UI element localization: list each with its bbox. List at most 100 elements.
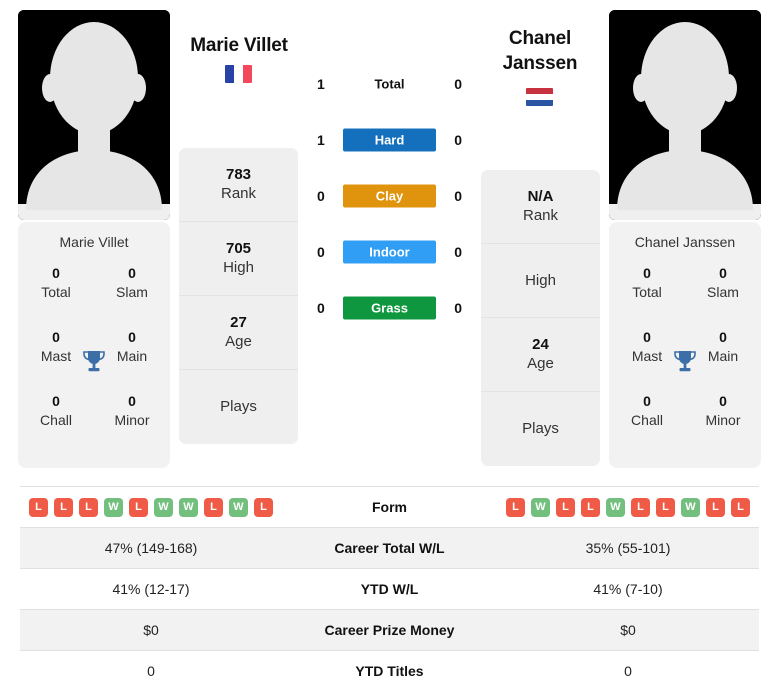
titles-card-right: Chanel Janssen 0 Total 0 Slam 0 Mast 0 M…: [609, 222, 761, 468]
surface-label-hard: Hard: [343, 128, 436, 152]
high-label-left: High: [223, 259, 254, 276]
surface-score-left-clay: 0: [317, 188, 325, 204]
titles-slam-right: 0 Slam: [685, 264, 761, 302]
table-row: 41% (12-17) YTD W/L 41% (7-10): [20, 568, 759, 610]
head-to-head-surfaces: 1 Total 0 1 Hard 0 0 Clay 0 0 Indoor 0 0 Grass 0: [303, 56, 476, 336]
surface-row-indoor: 0 Indoor 0: [303, 224, 476, 280]
titles-chall-right: 0 Chall: [609, 392, 685, 430]
france-flag-icon: [225, 65, 252, 83]
surface-label-clay: Clay: [343, 184, 436, 208]
age-value-right: 24: [532, 336, 549, 353]
form-strip-right: LWLLWLLWLL: [497, 497, 759, 517]
surface-label-total: Total: [374, 76, 405, 92]
titles-chall-label-right: Chall: [631, 412, 663, 428]
titles-slam-label-left: Slam: [116, 284, 148, 300]
rank-value-left: 783: [225, 166, 252, 183]
player-comparison-header: Marie Villet Chanel Janssen 783 Rank 705…: [0, 0, 779, 478]
form-badge-loss: L: [656, 497, 675, 517]
titles-total-value-left: 0: [52, 265, 60, 281]
titles-minor-right: 0 Minor: [685, 392, 761, 430]
table-row: $0 Career Prize Money $0: [20, 609, 759, 651]
stat-value-right: LWLLWLLWLL: [497, 487, 759, 528]
titles-main-value-left: 0: [128, 329, 136, 345]
player-info-card-right: N/A Rank High 24 Age Plays: [481, 170, 600, 466]
surface-row-grass: 0 Grass 0: [303, 280, 476, 336]
form-strip-left: LLLWLWWLWL: [20, 497, 282, 517]
stat-value-right: 0: [624, 663, 632, 680]
titles-total-label-right: Total: [632, 284, 662, 300]
plays-label-left: Plays: [220, 398, 257, 415]
avatar-placeholder-icon: [609, 10, 761, 220]
player-info-card-left: 783 Rank 705 High 27 Age Plays: [179, 148, 298, 444]
player-stats-table: L L L W L W W L W L Form L W L L W L L W L L 47% (149-168) Car…: [20, 486, 759, 692]
form-badge-loss: L: [79, 497, 98, 517]
titles-mast-value-right: 0: [643, 329, 651, 345]
form-badge-win: W: [681, 497, 700, 517]
stat-label: YTD Titles: [355, 663, 424, 680]
titles-total-label-left: Total: [41, 284, 71, 300]
plays-row-right: Plays: [481, 392, 600, 466]
surface-score-right-total: 0: [454, 76, 462, 92]
surface-score-right-indoor: 0: [454, 244, 462, 260]
form-badge-loss: L: [29, 497, 48, 517]
stat-label: Career Total W/L: [334, 540, 445, 556]
titles-card-name-left: Marie Villet: [59, 234, 129, 250]
titles-chall-left: 0 Chall: [18, 392, 94, 430]
form-badge-loss: L: [254, 497, 273, 517]
form-badge-loss: L: [556, 497, 575, 517]
plays-label-right: Plays: [522, 420, 559, 437]
stat-value-left: 0: [147, 663, 155, 680]
player-name-right: Chanel Janssen: [502, 28, 578, 74]
surface-score-left-hard: 1: [317, 132, 325, 148]
stat-label: YTD W/L: [360, 581, 419, 597]
surface-row-hard: 1 Hard 0: [303, 112, 476, 168]
surface-score-right-grass: 0: [454, 300, 462, 316]
form-badge-loss: L: [129, 497, 148, 517]
titles-slam-value-right: 0: [719, 265, 727, 281]
titles-slam-value-left: 0: [128, 265, 136, 281]
surface-row-total: 1 Total 0: [303, 56, 476, 112]
surface-row-clay: 0 Clay 0: [303, 168, 476, 224]
titles-grid-right: 0 Total 0 Slam 0 Mast 0 Main 0 Chall 0 M…: [609, 264, 761, 430]
age-value-left: 27: [230, 314, 247, 331]
avatar-placeholder-icon: [18, 10, 170, 220]
high-label-right: High: [525, 271, 556, 289]
form-badge-loss: L: [706, 497, 725, 517]
form-badge-win: W: [154, 497, 173, 517]
stat-value-left: $0: [143, 622, 159, 638]
stat-value-left: 41% (12-17): [112, 581, 190, 597]
surface-score-left-total: 1: [317, 76, 325, 92]
titles-minor-value-left: 0: [128, 393, 136, 409]
titles-total-right: 0 Total: [609, 264, 685, 302]
surface-label-grass: Grass: [343, 296, 436, 320]
rank-label-left: Rank: [220, 185, 257, 202]
titles-minor-label-left: Minor: [114, 412, 150, 428]
rank-label-right: Rank: [522, 207, 559, 224]
titles-grid-left: 0 Total 0 Slam 0 Mast 0 Main 0 Chall 0 M…: [18, 264, 170, 430]
titles-chall-label-left: Chall: [40, 412, 72, 428]
titles-slam-left: 0 Slam: [94, 264, 170, 302]
titles-card-name-right: Chanel Janssen: [634, 234, 736, 250]
titles-minor-value-right: 0: [719, 393, 727, 409]
titles-card-left: Marie Villet 0 Total 0 Slam 0 Mast 0 Mai…: [18, 222, 170, 468]
trophy-icon: [80, 348, 108, 376]
form-badge-loss: L: [581, 497, 600, 517]
stat-value-left: LLLWLWWLWL: [20, 487, 282, 528]
netherlands-flag-icon: [526, 88, 553, 106]
form-badge-win: W: [179, 497, 198, 517]
age-label-right: Age: [527, 355, 554, 372]
age-label-left: Age: [225, 333, 252, 350]
form-badge-win: W: [606, 497, 625, 517]
stat-value-right: $0: [620, 622, 636, 638]
player-avatar-left: [18, 10, 170, 220]
titles-total-left: 0 Total: [18, 264, 94, 302]
titles-minor-label-right: Minor: [705, 412, 741, 428]
stat-label: Form: [372, 499, 407, 515]
surface-score-right-clay: 0: [454, 188, 462, 204]
surface-label-indoor: Indoor: [343, 240, 436, 264]
form-badge-loss: L: [54, 497, 73, 517]
surface-score-left-indoor: 0: [317, 244, 325, 260]
form-badge-win: W: [531, 497, 550, 517]
age-row-left: 27 Age: [179, 296, 298, 370]
form-badge-loss: L: [204, 497, 223, 517]
